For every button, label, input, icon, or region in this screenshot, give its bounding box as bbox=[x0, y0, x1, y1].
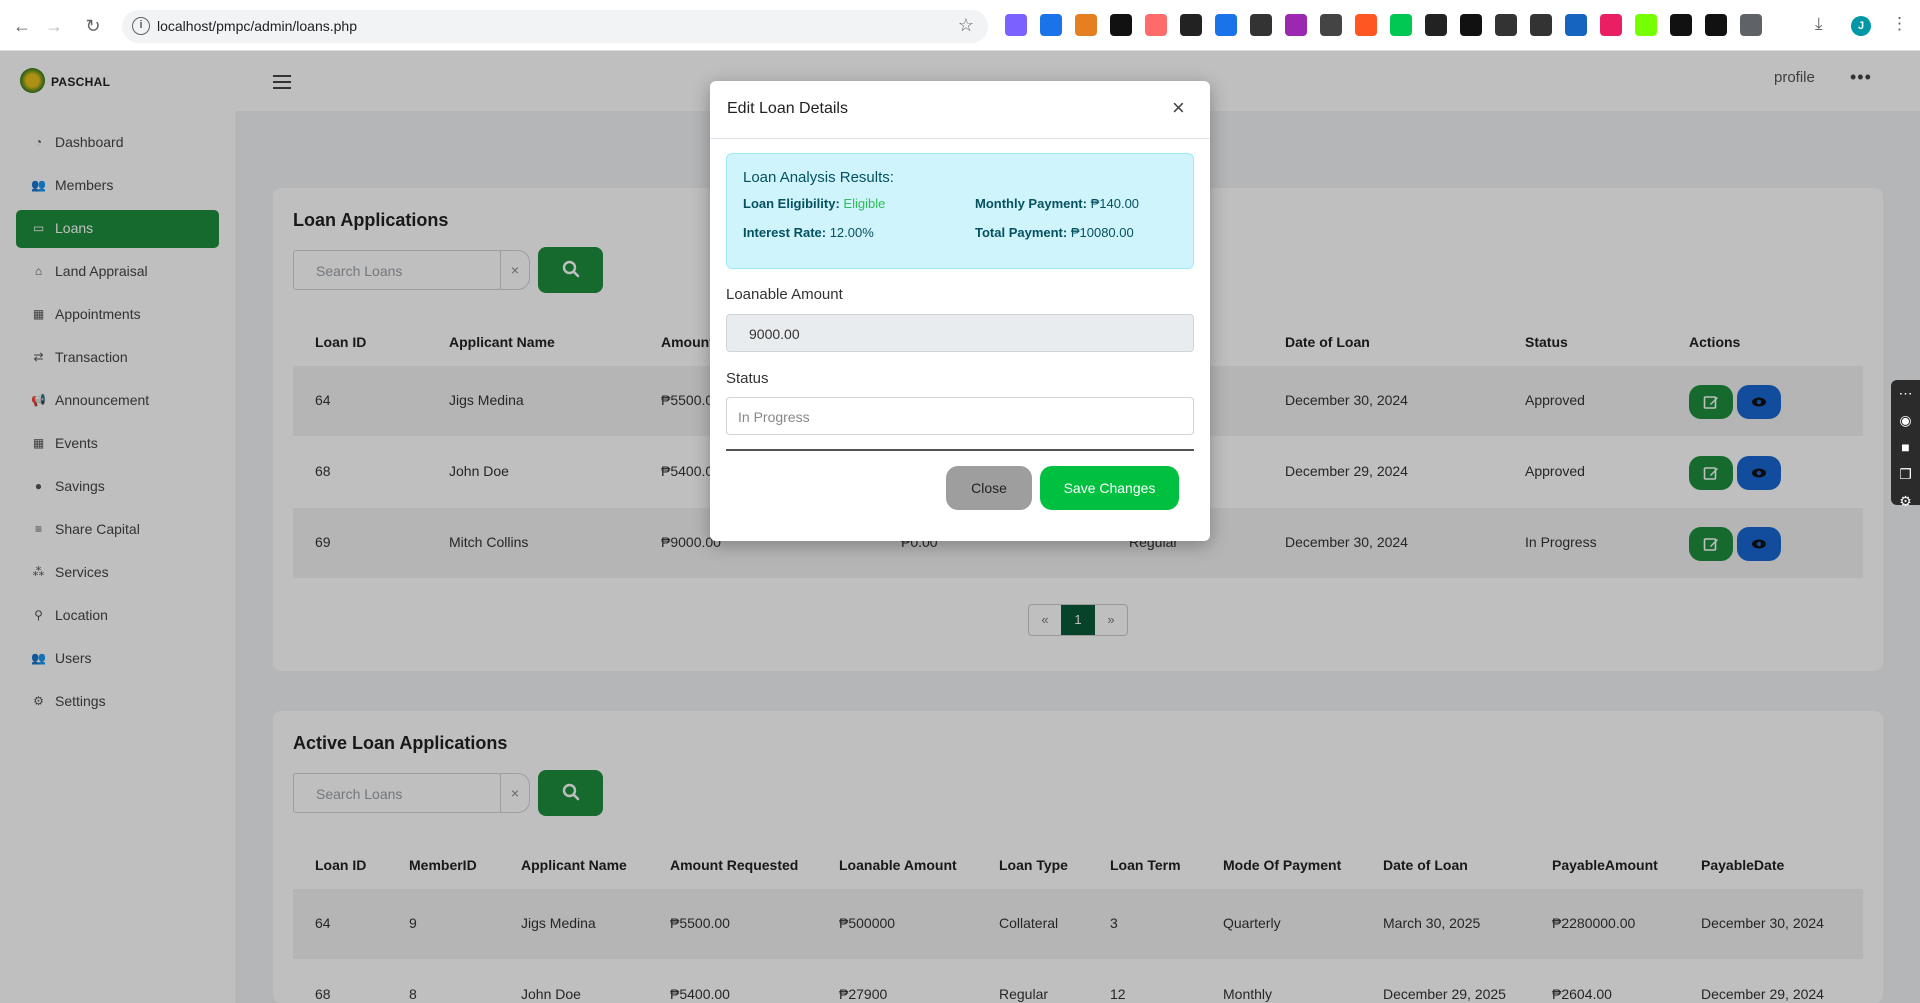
extension-icon[interactable] bbox=[1705, 14, 1727, 36]
extension-icon[interactable] bbox=[1145, 14, 1167, 36]
extension-icon[interactable] bbox=[1425, 14, 1447, 36]
extension-icon[interactable] bbox=[1040, 14, 1062, 36]
loan-analysis-panel: Loan Analysis Results: Loan Eligibility:… bbox=[726, 153, 1194, 269]
windows-icon[interactable]: ❐ bbox=[1891, 461, 1920, 488]
extension-icon[interactable] bbox=[1005, 14, 1027, 36]
close-button[interactable]: Close bbox=[946, 466, 1032, 510]
site-info-icon[interactable]: i bbox=[132, 17, 150, 35]
gear-icon[interactable]: ⚙ bbox=[1891, 488, 1920, 515]
extensions-bar bbox=[1005, 14, 1762, 36]
extension-icon[interactable] bbox=[1355, 14, 1377, 36]
camera-icon[interactable]: ◉ bbox=[1891, 407, 1920, 434]
status-field[interactable]: In Progress bbox=[726, 397, 1194, 435]
download-icon[interactable]: ⤓ bbox=[1815, 14, 1823, 34]
total-payment: Total Payment: ₱10080.00 bbox=[975, 225, 1134, 240]
tool-menu-icon[interactable]: ⋯ bbox=[1891, 380, 1920, 407]
video-icon[interactable]: ■ bbox=[1891, 434, 1920, 461]
address-bar[interactable]: i localhost/pmpc/admin/loans.php ☆ bbox=[122, 10, 988, 43]
eligibility: Loan Eligibility: Eligible bbox=[743, 196, 885, 211]
status-label: Status bbox=[726, 370, 769, 387]
screen-capture-toolbar: ⋯ ◉ ■ ❐ ⚙ bbox=[1891, 380, 1920, 509]
loanable-amount-field[interactable]: 9000.00 bbox=[726, 314, 1194, 352]
total-value: ₱10080.00 bbox=[1070, 225, 1134, 240]
extension-icon[interactable] bbox=[1250, 14, 1272, 36]
monthly-payment: Monthly Payment: ₱140.00 bbox=[975, 196, 1139, 211]
extension-icon[interactable] bbox=[1670, 14, 1692, 36]
modal-title: Edit Loan Details bbox=[727, 100, 848, 117]
close-icon[interactable]: × bbox=[1172, 97, 1185, 119]
extension-icon[interactable] bbox=[1635, 14, 1657, 36]
browser-profile-avatar[interactable]: J bbox=[1851, 16, 1871, 36]
extension-icon[interactable] bbox=[1110, 14, 1132, 36]
save-changes-button[interactable]: Save Changes bbox=[1040, 466, 1179, 510]
loanable-amount-label: Loanable Amount bbox=[726, 286, 843, 303]
eligibility-label: Loan Eligibility: bbox=[743, 196, 840, 211]
extension-icon[interactable] bbox=[1530, 14, 1552, 36]
forward-icon[interactable]: → bbox=[42, 14, 66, 38]
monthly-value: ₱140.00 bbox=[1090, 196, 1140, 211]
reload-icon[interactable]: ↻ bbox=[81, 14, 105, 38]
bookmark-star-icon[interactable]: ☆ bbox=[958, 15, 974, 36]
extension-icon[interactable] bbox=[1320, 14, 1342, 36]
rate-label: Interest Rate: bbox=[743, 225, 827, 240]
extension-icon[interactable] bbox=[1565, 14, 1587, 36]
extension-icon[interactable] bbox=[1740, 14, 1762, 36]
browser-menu-icon[interactable]: ⋮ bbox=[1891, 14, 1908, 34]
modal-divider bbox=[726, 449, 1194, 451]
rate-value: 12.00% bbox=[829, 225, 874, 240]
status-placeholder: In Progress bbox=[738, 409, 810, 425]
extension-icon[interactable] bbox=[1495, 14, 1517, 36]
extension-icon[interactable] bbox=[1075, 14, 1097, 36]
loanable-amount-value: 9000.00 bbox=[749, 326, 800, 342]
extension-icon[interactable] bbox=[1460, 14, 1482, 36]
modal-header: Edit Loan Details × bbox=[710, 81, 1210, 139]
extension-icon[interactable] bbox=[1600, 14, 1622, 36]
total-label: Total Payment: bbox=[975, 225, 1068, 240]
extension-icon[interactable] bbox=[1180, 14, 1202, 36]
monthly-label: Monthly Payment: bbox=[975, 196, 1087, 211]
eligibility-value: Eligible bbox=[843, 196, 886, 211]
interest-rate: Interest Rate: 12.00% bbox=[743, 225, 874, 240]
browser-toolbar: ← → ↻ i localhost/pmpc/admin/loans.php ☆… bbox=[0, 0, 1920, 51]
back-icon[interactable]: ← bbox=[10, 14, 34, 38]
url-text: localhost/pmpc/admin/loans.php bbox=[157, 18, 358, 34]
analysis-title: Loan Analysis Results: bbox=[743, 169, 894, 186]
extension-icon[interactable] bbox=[1215, 14, 1237, 36]
edit-loan-modal: Edit Loan Details × Loan Analysis Result… bbox=[710, 81, 1210, 541]
extension-icon[interactable] bbox=[1390, 14, 1412, 36]
extension-icon[interactable] bbox=[1285, 14, 1307, 36]
